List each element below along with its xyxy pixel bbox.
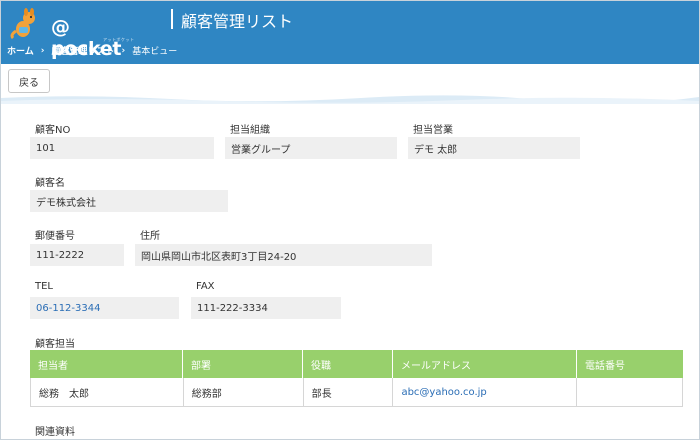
breadcrumb-separator-icon: › [121,45,126,56]
page-title: 顧客管理リスト [181,12,294,31]
sales-rep-label: 担当営業 [413,125,453,136]
contact-position-cell: 部長 [304,378,394,406]
contacts-table: 担当者 部署 役職 メールアドレス 電話番号 総務 太郎 総務部 部長 abc@… [30,350,683,407]
breadcrumb-current-view: 基本ビュー [132,47,178,57]
fax-field: 111-222-3334 [191,297,341,319]
column-header-person: 担当者 [30,350,183,378]
logo-subtext: アットポケット [103,37,135,42]
breadcrumb: ホーム › 顧客管理リスト › 基本ビュー [7,44,178,58]
contacts-table-header: 担当者 部署 役職 メールアドレス 電話番号 [30,350,683,378]
breadcrumb-home[interactable]: ホーム [7,44,34,57]
org-label: 担当組織 [230,125,270,136]
app-window: @ pocket アットポケット 顧客管理リスト ホーム › 顧客管理リスト ›… [0,0,700,440]
toolbar: 戻る [1,64,699,96]
column-header-department: 部署 [183,350,303,378]
back-button[interactable]: 戻る [8,69,50,93]
contact-email-link[interactable]: abc@yahoo.co.jp [393,378,578,406]
table-row: 総務 太郎 総務部 部長 abc@yahoo.co.jp [30,378,683,407]
contact-phone-cell [577,378,683,406]
customer-name-field: デモ株式会社 [30,190,228,212]
column-header-position: 役職 [303,350,393,378]
org-field: 営業グループ [225,137,397,159]
postal-code-field: 111-2222 [30,244,124,266]
postal-code-label: 郵便番号 [35,231,75,242]
app-logo[interactable]: @ pocket アットポケット [7,7,137,60]
breadcrumb-separator-icon: › [40,45,45,56]
address-field: 岡山県岡山市北区表町3丁目24-20 [135,244,432,266]
decorative-wave [1,95,699,104]
column-header-email: メールアドレス [393,350,577,378]
column-header-phone: 電話番号 [585,360,625,372]
breadcrumb-customer-list[interactable]: 顧客管理リスト [51,44,114,57]
app-header: @ pocket アットポケット 顧客管理リスト ホーム › 顧客管理リスト ›… [1,1,699,64]
tel-label: TEL [35,281,53,292]
contact-name-cell: 総務 太郎 [31,378,184,406]
address-label: 住所 [140,231,160,242]
sales-rep-field: デモ 太郎 [408,137,580,159]
kangaroo-logo-icon [10,8,35,39]
contacts-label: 顧客担当 [35,339,75,350]
title-divider [171,9,173,29]
contact-department-cell: 総務部 [184,378,304,406]
tel-link[interactable]: 06-112-3344 [30,297,179,319]
customer-name-label: 顧客名 [35,178,65,189]
fax-label: FAX [196,281,215,292]
customer-no-label: 顧客NO [35,125,71,136]
customer-no-field: 101 [30,137,214,159]
related-docs-label: 関連資料 [35,427,75,438]
